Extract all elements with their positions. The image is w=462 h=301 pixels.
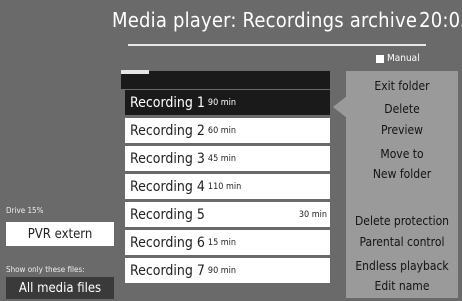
recording-duration: 90 min (207, 265, 237, 276)
list-header (121, 70, 330, 89)
recording-name: Recording 1 (130, 94, 205, 111)
recordings-list: Recording 1 90 min Recording 2 60 min Re… (125, 90, 330, 286)
recording-name: Recording 3 (130, 150, 205, 167)
recording-name: Recording 4 (130, 178, 205, 195)
menu-item-move-to[interactable]: Move to (346, 147, 458, 161)
context-menu: Exit folder Delete Preview Move to New f… (346, 71, 458, 298)
recording-name: Recording 5 (130, 206, 205, 223)
drive-selector[interactable]: PVR extern (6, 222, 114, 246)
recording-name: Recording 7 (130, 262, 205, 279)
recording-row-2[interactable]: Recording 2 60 min (125, 118, 330, 143)
page-title: Media player: Recordings archive20:05 (112, 8, 462, 32)
menu-item-exit-folder[interactable]: Exit folder (346, 79, 458, 93)
recording-row-6[interactable]: Recording 6 15 min (125, 230, 330, 255)
recording-duration: 15 min (207, 237, 237, 248)
recording-duration: 30 min (298, 209, 327, 220)
clock: 20:05 (419, 8, 462, 32)
recording-name: Recording 2 (130, 122, 205, 139)
list-header-tab (121, 70, 149, 74)
manual-indicator: Manual (376, 53, 420, 64)
file-filter-selector[interactable]: All media files (6, 277, 114, 299)
recording-duration: 45 min (207, 153, 237, 164)
recording-row-3[interactable]: Recording 3 45 min (125, 146, 330, 171)
title-text: Media player: Recordings archive (112, 8, 418, 32)
recording-name: Recording 6 (130, 234, 205, 251)
manual-checkbox-icon (376, 54, 384, 63)
manual-label: Manual (387, 53, 420, 64)
recording-duration: 60 min (207, 125, 237, 136)
recording-duration: 110 min (207, 181, 242, 192)
recording-row-4[interactable]: Recording 4 110 min (125, 174, 330, 199)
recording-row-7[interactable]: Recording 7 90 min (125, 258, 330, 283)
recording-duration: 90 min (207, 97, 237, 108)
title-divider (128, 44, 426, 46)
menu-item-edit-name[interactable]: Edit name (346, 279, 458, 293)
menu-item-delete[interactable]: Delete (346, 102, 458, 116)
menu-item-endless-playback[interactable]: Endless playback (346, 259, 458, 273)
recording-row-1[interactable]: Recording 1 90 min (125, 90, 330, 115)
menu-item-preview[interactable]: Preview (346, 123, 458, 137)
menu-item-delete-protection[interactable]: Delete protection (346, 214, 458, 228)
recording-row-5[interactable]: Recording 5 30 min (125, 202, 330, 227)
menu-item-new-folder[interactable]: New folder (346, 167, 458, 181)
drive-label: Drive 15% (6, 206, 44, 215)
filter-label: Show only these files: (6, 265, 85, 274)
menu-item-parental-control[interactable]: Parental control (346, 235, 458, 249)
menu-pointer-icon (333, 96, 347, 118)
